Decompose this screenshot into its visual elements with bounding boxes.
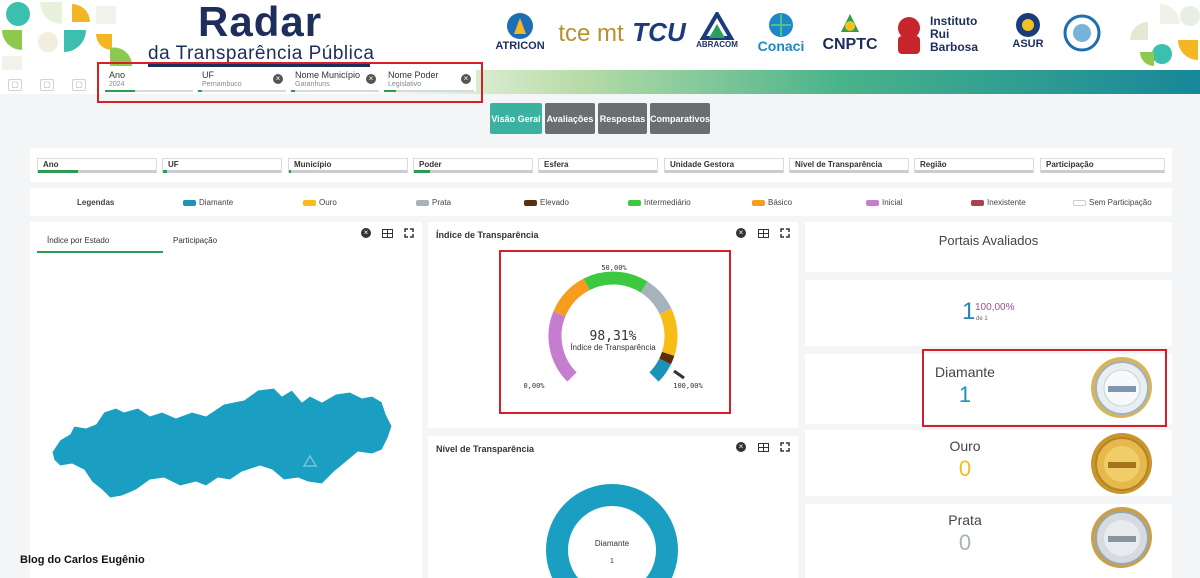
donut-center-value: 1 — [610, 558, 614, 565]
filter-ano[interactable]: Ano — [37, 158, 157, 173]
asur-emblem-icon — [1016, 13, 1040, 37]
legend-inicial: Inicial — [866, 198, 902, 207]
donut-slice-diamante — [546, 484, 678, 578]
conaci-globe-icon — [769, 13, 793, 37]
filter-participacao[interactable]: Participação — [1040, 158, 1165, 173]
active-tab-underline — [37, 251, 163, 253]
abracom-emblem-icon — [699, 12, 735, 40]
table-icon[interactable] — [758, 229, 769, 238]
watermark-text: Blog do Carlos Eugênio — [20, 554, 145, 566]
bookmark-icon[interactable]: ▢ — [8, 79, 22, 91]
donut-center-label: Diamante — [595, 539, 630, 548]
prata-medal-icon — [1091, 507, 1152, 568]
legend-prata: Prata — [416, 198, 451, 207]
tcu-logo: TCU — [632, 17, 686, 47]
filter-unidade-gestora[interactable]: Unidade Gestora — [664, 158, 784, 173]
legend-basico: Básico — [752, 198, 792, 207]
highlight-box-diamante — [922, 349, 1167, 427]
fullscreen-icon[interactable] — [780, 442, 790, 452]
fullscreen-icon[interactable] — [780, 228, 790, 238]
filter-uf[interactable]: UF — [162, 158, 282, 173]
medal-card-prata: Prata 0 — [805, 504, 1172, 578]
fullscreen-icon[interactable] — [404, 228, 414, 238]
portals-count: 1 — [962, 298, 976, 325]
tab-respostas[interactable]: Respostas — [598, 103, 647, 134]
export-icon[interactable]: ▢ — [40, 79, 54, 91]
index-panel-title: Índice de Transparência — [436, 230, 539, 240]
filter-esfera[interactable]: Esfera — [538, 158, 658, 173]
filter-poder[interactable]: Poder — [413, 158, 533, 173]
table-icon[interactable] — [382, 229, 393, 238]
tab-avaliacoes[interactable]: Avaliações — [545, 103, 595, 134]
highlight-box-filters — [97, 62, 483, 103]
highlight-box-gauge — [499, 250, 731, 414]
table-icon[interactable] — [758, 443, 769, 452]
portals-count-card: 1 100,00% de 1 — [805, 280, 1172, 346]
close-icon[interactable]: × — [361, 228, 371, 238]
legend-ouro: Ouro — [303, 198, 337, 207]
medal-count: 0 — [958, 530, 972, 555]
seal-emblem-icon — [1063, 14, 1101, 52]
map-panel: Índice por Estado Participação × — [30, 222, 422, 578]
filter-municipio[interactable]: Município — [288, 158, 408, 173]
conaci-logo: Conaci — [752, 12, 810, 54]
filter-regiao[interactable]: Região — [914, 158, 1034, 173]
portals-title-card: Portais Avaliados — [805, 222, 1172, 272]
medal-label: Prata — [948, 512, 982, 528]
legend-elevado: Elevado — [524, 198, 569, 207]
level-panel-title: Nível de Transparência — [436, 444, 535, 454]
close-icon[interactable]: × — [736, 228, 746, 238]
medal-label: Ouro — [949, 438, 981, 454]
settings-icon[interactable]: ▢ — [72, 79, 86, 91]
legend-sem-participacao: Sem Participação — [1073, 198, 1152, 207]
legend-intermediario: Intermediário — [628, 198, 691, 207]
cnptc-logo: CNPTC — [820, 12, 880, 54]
decorative-pattern-left — [2, 2, 133, 70]
portals-title: Portais Avaliados — [938, 233, 1039, 248]
level-panel: Nível de Transparência × Diamante 1 — [428, 436, 798, 578]
legend-diamante: Diamante — [183, 198, 233, 207]
level-donut-chart: Diamante 1 — [546, 484, 678, 578]
seal-logo — [1062, 14, 1102, 52]
legend-inexistente: Inexistente — [971, 198, 1026, 207]
tce-mt-logo: tce mt — [558, 20, 624, 47]
medal-count: 0 — [958, 456, 972, 481]
header: Radar da Transparência Pública ATRICON t… — [0, 0, 1200, 70]
ouro-medal-icon — [1091, 433, 1152, 494]
brand-title: Radar — [198, 0, 323, 45]
cnptc-flag-icon — [841, 14, 859, 32]
filter-nivel-transparencia[interactable]: Nível de Transparência — [789, 158, 909, 173]
abracom-logo: ABRACOM — [694, 12, 740, 49]
portals-of-label: de 1 — [976, 316, 988, 322]
tab-participacao[interactable]: Participação — [173, 236, 217, 245]
tab-visao-geral[interactable]: Visão Geral — [490, 103, 542, 134]
instituto-rui-barbosa-logo: Instituto Rui Barbosa — [892, 14, 996, 54]
atricon-emblem-icon — [507, 13, 533, 39]
medal-card-ouro: Ouro 0 — [805, 430, 1172, 496]
toolbar-icons: ▢ ▢ ▢ — [8, 79, 86, 91]
tab-indice-por-estado[interactable]: Índice por Estado — [47, 236, 109, 245]
tab-comparativos[interactable]: Comparativos — [650, 103, 710, 134]
close-icon[interactable]: × — [736, 442, 746, 452]
asur-logo: ASUR — [1006, 12, 1050, 50]
atricon-logo: ATRICON — [495, 12, 545, 52]
pernambuco-map[interactable] — [46, 382, 401, 512]
portals-percent: 100,00% — [975, 302, 1015, 313]
legend-title: Legendas — [77, 198, 115, 207]
rui-barbosa-portrait-icon — [898, 17, 920, 54]
decorative-pattern-right — [1130, 4, 1200, 66]
